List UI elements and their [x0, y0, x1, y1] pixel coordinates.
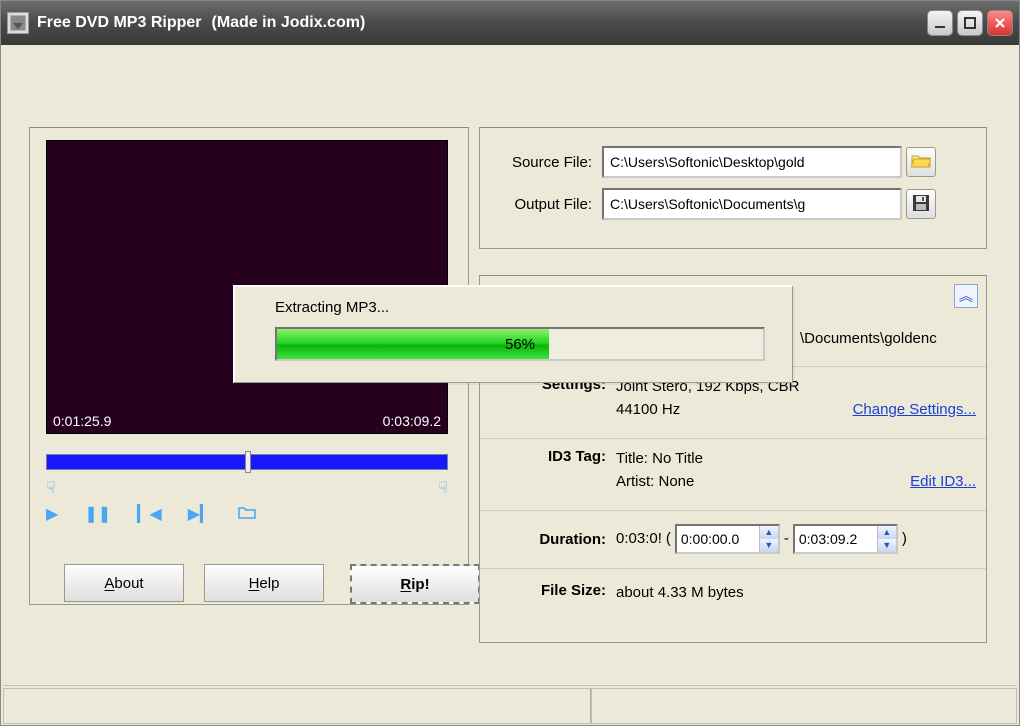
status-cell-2: [591, 688, 1017, 724]
spin-up-icon[interactable]: ▲: [760, 526, 778, 539]
app-window: Free DVD MP3 Ripper (Made in Jodix.com) …: [0, 0, 1020, 726]
time-total: 0:03:09.2: [383, 413, 441, 429]
save-icon: [912, 194, 930, 215]
spin-down-icon[interactable]: ▼: [760, 539, 778, 552]
window-subtitle: (Made in Jodix.com): [211, 14, 365, 32]
about-button[interactable]: About: [64, 564, 184, 602]
duration-label: Duration:: [508, 531, 616, 548]
minimize-button[interactable]: [927, 10, 953, 36]
progress-label: Extracting MP3...: [275, 299, 389, 316]
progress-dialog: Extracting MP3... 56%: [233, 285, 793, 383]
chevron-up-double-icon: ︽: [959, 286, 973, 306]
id3-artist-value: Artist: None: [616, 471, 694, 494]
maximize-button[interactable]: [957, 10, 983, 36]
play-icon[interactable]: ▶: [46, 504, 58, 524]
open-folder-icon[interactable]: [238, 505, 256, 524]
mark-in-icon[interactable]: ☟: [46, 478, 56, 498]
output-path-tail: \Documents\goldenc: [800, 330, 937, 347]
change-settings-link[interactable]: Change Settings...: [853, 399, 976, 422]
edit-id3-link[interactable]: Edit ID3...: [910, 471, 976, 494]
save-output-button[interactable]: [906, 189, 936, 219]
close-button[interactable]: [987, 10, 1013, 36]
status-cell-1: [3, 688, 591, 724]
spin-up-icon[interactable]: ▲: [878, 526, 896, 539]
seek-track[interactable]: [46, 454, 448, 470]
source-file-label: Source File:: [490, 154, 602, 171]
file-panel: Source File: Output File:: [479, 127, 987, 249]
settings-value-line2: 44100 Hz: [616, 399, 680, 422]
app-icon: [7, 12, 29, 34]
duration-to-input[interactable]: [795, 529, 877, 549]
rip-button[interactable]: Rip!: [350, 564, 480, 604]
pause-icon[interactable]: ❚❚: [84, 504, 111, 524]
titlebar: Free DVD MP3 Ripper (Made in Jodix.com): [1, 1, 1019, 45]
source-file-input[interactable]: [602, 146, 902, 178]
help-button[interactable]: Help: [204, 564, 324, 602]
duration-from-input[interactable]: [677, 529, 759, 549]
duration-to-spinner[interactable]: ▲▼: [793, 524, 898, 554]
duration-total: 0:03:0!: [616, 528, 662, 551]
id3-title-value: Title: No Title: [616, 448, 976, 471]
progress-bar: 56%: [275, 327, 765, 361]
id3-label: ID3 Tag:: [508, 448, 616, 493]
client-area: 0:01:25.9 0:03:09.2 ☟ ☟ ▶ ❚❚ ▎◀ ▶▎ About: [1, 45, 1019, 725]
filesize-value: about 4.33 M bytes: [616, 582, 976, 605]
collapse-panel-button[interactable]: ︽: [954, 284, 978, 308]
folder-open-icon: [911, 153, 931, 172]
seek-thumb[interactable]: [245, 451, 251, 473]
prev-icon[interactable]: ▎◀: [137, 504, 162, 524]
duration-from-spinner[interactable]: ▲▼: [675, 524, 780, 554]
time-elapsed: 0:01:25.9: [53, 413, 111, 429]
mark-out-icon[interactable]: ☟: [438, 478, 448, 498]
output-file-label: Output File:: [490, 196, 602, 213]
progress-percent-text: 56%: [277, 336, 763, 353]
filesize-label: File Size:: [508, 582, 616, 605]
next-icon[interactable]: ▶▎: [188, 504, 213, 524]
output-file-input[interactable]: [602, 188, 902, 220]
status-bar: [3, 685, 1017, 725]
window-title: Free DVD MP3 Ripper: [37, 14, 201, 32]
browse-source-button[interactable]: [906, 147, 936, 177]
spin-down-icon[interactable]: ▼: [878, 539, 896, 552]
